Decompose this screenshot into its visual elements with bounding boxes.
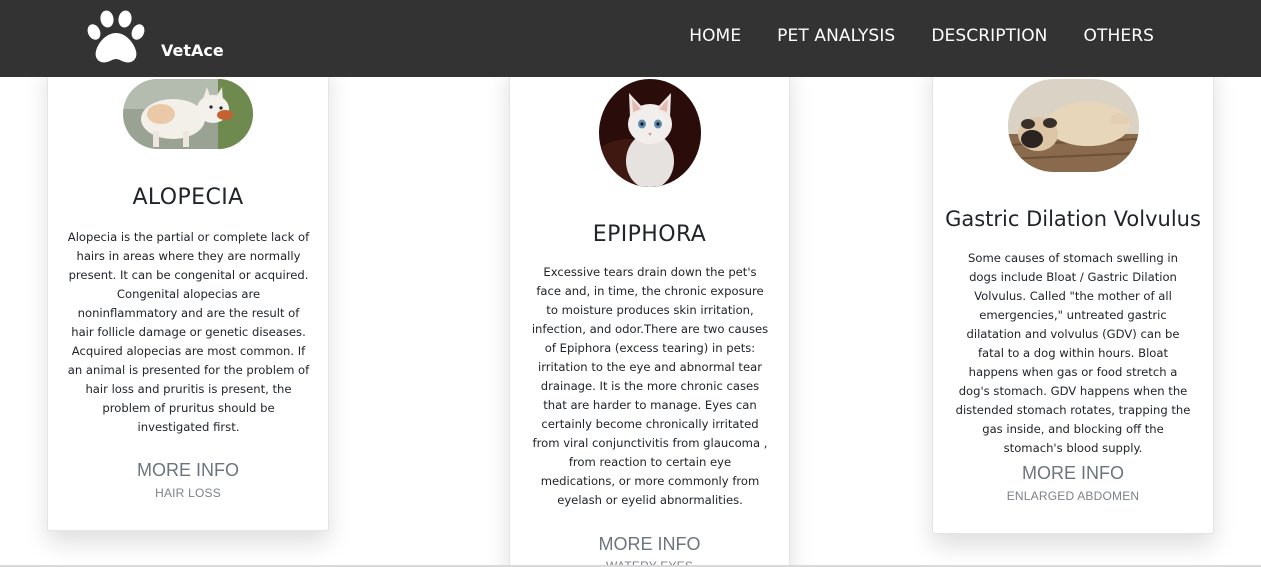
card-title: EPIPHORA — [592, 222, 707, 247]
nav-pet-analysis[interactable]: PET ANALYSIS — [777, 26, 895, 46]
nav-description[interactable]: DESCRIPTION — [931, 26, 1047, 46]
card-title: Gastric Dilation Volvulus — [945, 207, 1201, 231]
card-description: Some causes of stomach swelling in dogs … — [955, 251, 1191, 455]
paw-icon[interactable] — [85, 9, 148, 64]
dog-photo — [123, 79, 253, 149]
more-info-link[interactable]: MORE INFO — [510, 534, 789, 555]
top-navbar: VetAce HOME PET ANALYSIS DESCRIPTION OTH… — [0, 0, 1261, 77]
card-title: ALOPECIA — [132, 185, 244, 210]
more-info-link[interactable]: MORE INFO — [48, 460, 328, 481]
card-alopecia: ALOPECIA Alopecia is the partial or comp… — [47, 60, 329, 531]
card-subtitle: HAIR LOSS — [155, 486, 221, 500]
brand-name[interactable]: VetAce — [161, 41, 224, 60]
card-description: Alopecia is the partial or complete lack… — [67, 230, 310, 434]
pug-photo — [1008, 79, 1139, 172]
card-gdv: Gastric Dilation Volvulus Some causes of… — [932, 60, 1214, 534]
card-subtitle: ENLARGED ABDOMEN — [1006, 489, 1140, 503]
nav-others[interactable]: OTHERS — [1084, 26, 1155, 46]
nav-menu: HOME PET ANALYSIS DESCRIPTION OTHERS — [689, 26, 1154, 46]
kitten-photo — [599, 79, 701, 187]
card-description: Excessive tears drain down the pet's fac… — [531, 265, 769, 507]
more-info-link[interactable]: MORE INFO — [933, 463, 1213, 484]
card-epiphora: EPIPHORA Excessive tears drain down the … — [509, 60, 790, 567]
nav-home[interactable]: HOME — [689, 26, 741, 46]
